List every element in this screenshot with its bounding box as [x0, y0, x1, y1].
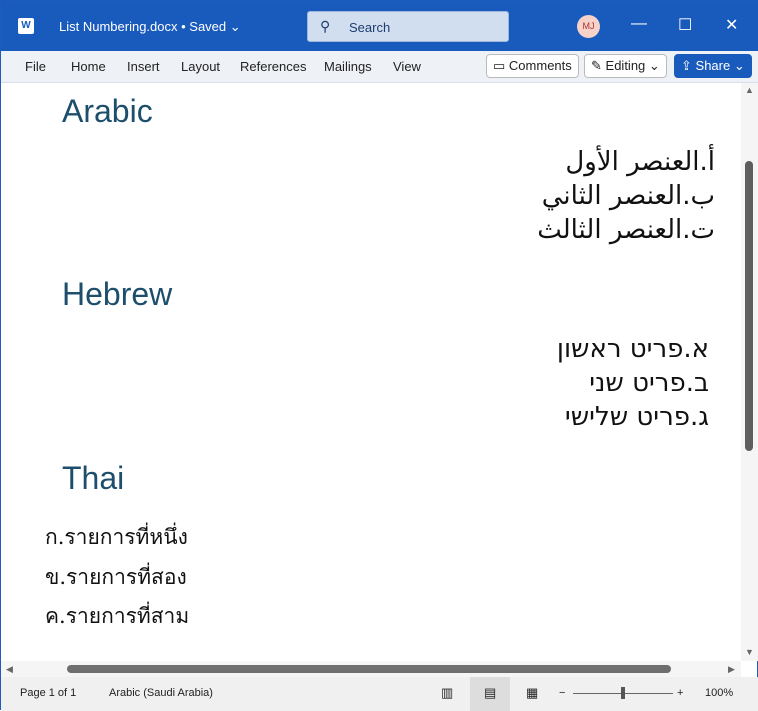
tab-home[interactable]: Home — [71, 59, 106, 74]
tab-layout[interactable]: Layout — [181, 59, 220, 74]
comments-button[interactable]: ▭ Comments — [486, 54, 579, 78]
horizontal-scrollbar[interactable]: ◀ ▶ — [1, 661, 741, 677]
list-item: ข.รายการที่สอง — [45, 565, 187, 589]
minimize-icon[interactable]: — — [631, 15, 647, 33]
zoom-in-icon[interactable]: + — [677, 687, 683, 699]
list-item: ב.פריט שני — [589, 368, 709, 398]
print-layout-icon[interactable]: ▤ — [484, 685, 496, 701]
search-placeholder: Search — [349, 20, 391, 35]
language-indicator[interactable]: Arabic (Saudi Arabia) — [109, 687, 213, 699]
zoom-slider-thumb[interactable] — [621, 687, 625, 699]
vertical-scrollbar[interactable]: ▲ ▼ — [741, 83, 758, 661]
heading-thai: Thai — [62, 460, 125, 496]
list-item: ค.รายการที่สาม — [45, 604, 190, 628]
document-page[interactable]: Arabic أ.العنصر الأول ب.العنصر الثاني ت.… — [1, 83, 741, 661]
document-title[interactable]: List Numbering.docx • Saved ⌄ — [59, 19, 241, 35]
maximize-icon[interactable]: ☐ — [678, 15, 692, 35]
scroll-up-icon[interactable]: ▲ — [745, 85, 754, 95]
editing-button[interactable]: ✎ Editing ⌄ — [584, 54, 667, 78]
page-count[interactable]: Page 1 of 1 — [20, 687, 76, 699]
tab-view[interactable]: View — [393, 59, 421, 74]
list-item: ب.العنصر الثاني — [541, 181, 715, 211]
search-box[interactable]: ⚲ Search — [307, 11, 509, 42]
share-label: Share ⌄ — [695, 58, 745, 73]
scroll-down-icon[interactable]: ▼ — [745, 647, 754, 657]
scroll-left-icon[interactable]: ◀ — [6, 664, 13, 675]
zoom-out-icon[interactable]: − — [559, 687, 565, 699]
horizontal-scroll-thumb[interactable] — [67, 665, 671, 673]
comment-icon: ▭ — [493, 58, 506, 73]
zoom-level[interactable]: 100% — [705, 687, 733, 699]
heading-arabic: Arabic — [62, 93, 153, 129]
list-item: א.פריט ראשון — [556, 334, 709, 364]
list-item: ت.العنصر الثالث — [537, 215, 715, 245]
list-item: ג.פריט שלישי — [564, 402, 709, 432]
scroll-right-icon[interactable]: ▶ — [728, 664, 735, 675]
vertical-scroll-thumb[interactable] — [745, 161, 753, 451]
read-mode-icon[interactable]: ▥ — [441, 685, 453, 701]
web-layout-icon[interactable]: ▦ — [526, 685, 538, 701]
pencil-icon: ✎ — [591, 58, 602, 73]
editing-label: Editing ⌄ — [605, 58, 660, 73]
list-item: أ.العنصر الأول — [565, 147, 715, 177]
tab-mailings[interactable]: Mailings — [324, 59, 372, 74]
tab-file[interactable]: File — [25, 59, 46, 74]
heading-hebrew: Hebrew — [62, 276, 173, 312]
close-icon[interactable]: ✕ — [725, 15, 738, 35]
search-icon: ⚲ — [320, 18, 331, 34]
list-item: ก.รายการที่หนึ่ง — [45, 525, 188, 549]
avatar[interactable]: MJ — [577, 15, 600, 38]
status-bar: Page 1 of 1 Arabic (Saudi Arabia) ▥ ▤ ▦ … — [1, 677, 758, 711]
comments-label: Comments — [508, 58, 572, 73]
tab-references[interactable]: References — [240, 59, 306, 74]
word-icon: W — [18, 18, 34, 34]
share-button[interactable]: ⇪ Share ⌄ — [674, 54, 752, 78]
tab-insert[interactable]: Insert — [127, 59, 160, 74]
share-icon: ⇪ — [681, 58, 692, 73]
ribbon: File Home Insert Layout References Maili… — [1, 51, 758, 83]
title-bar: W List Numbering.docx • Saved ⌄ ⚲ Search… — [1, 1, 758, 51]
